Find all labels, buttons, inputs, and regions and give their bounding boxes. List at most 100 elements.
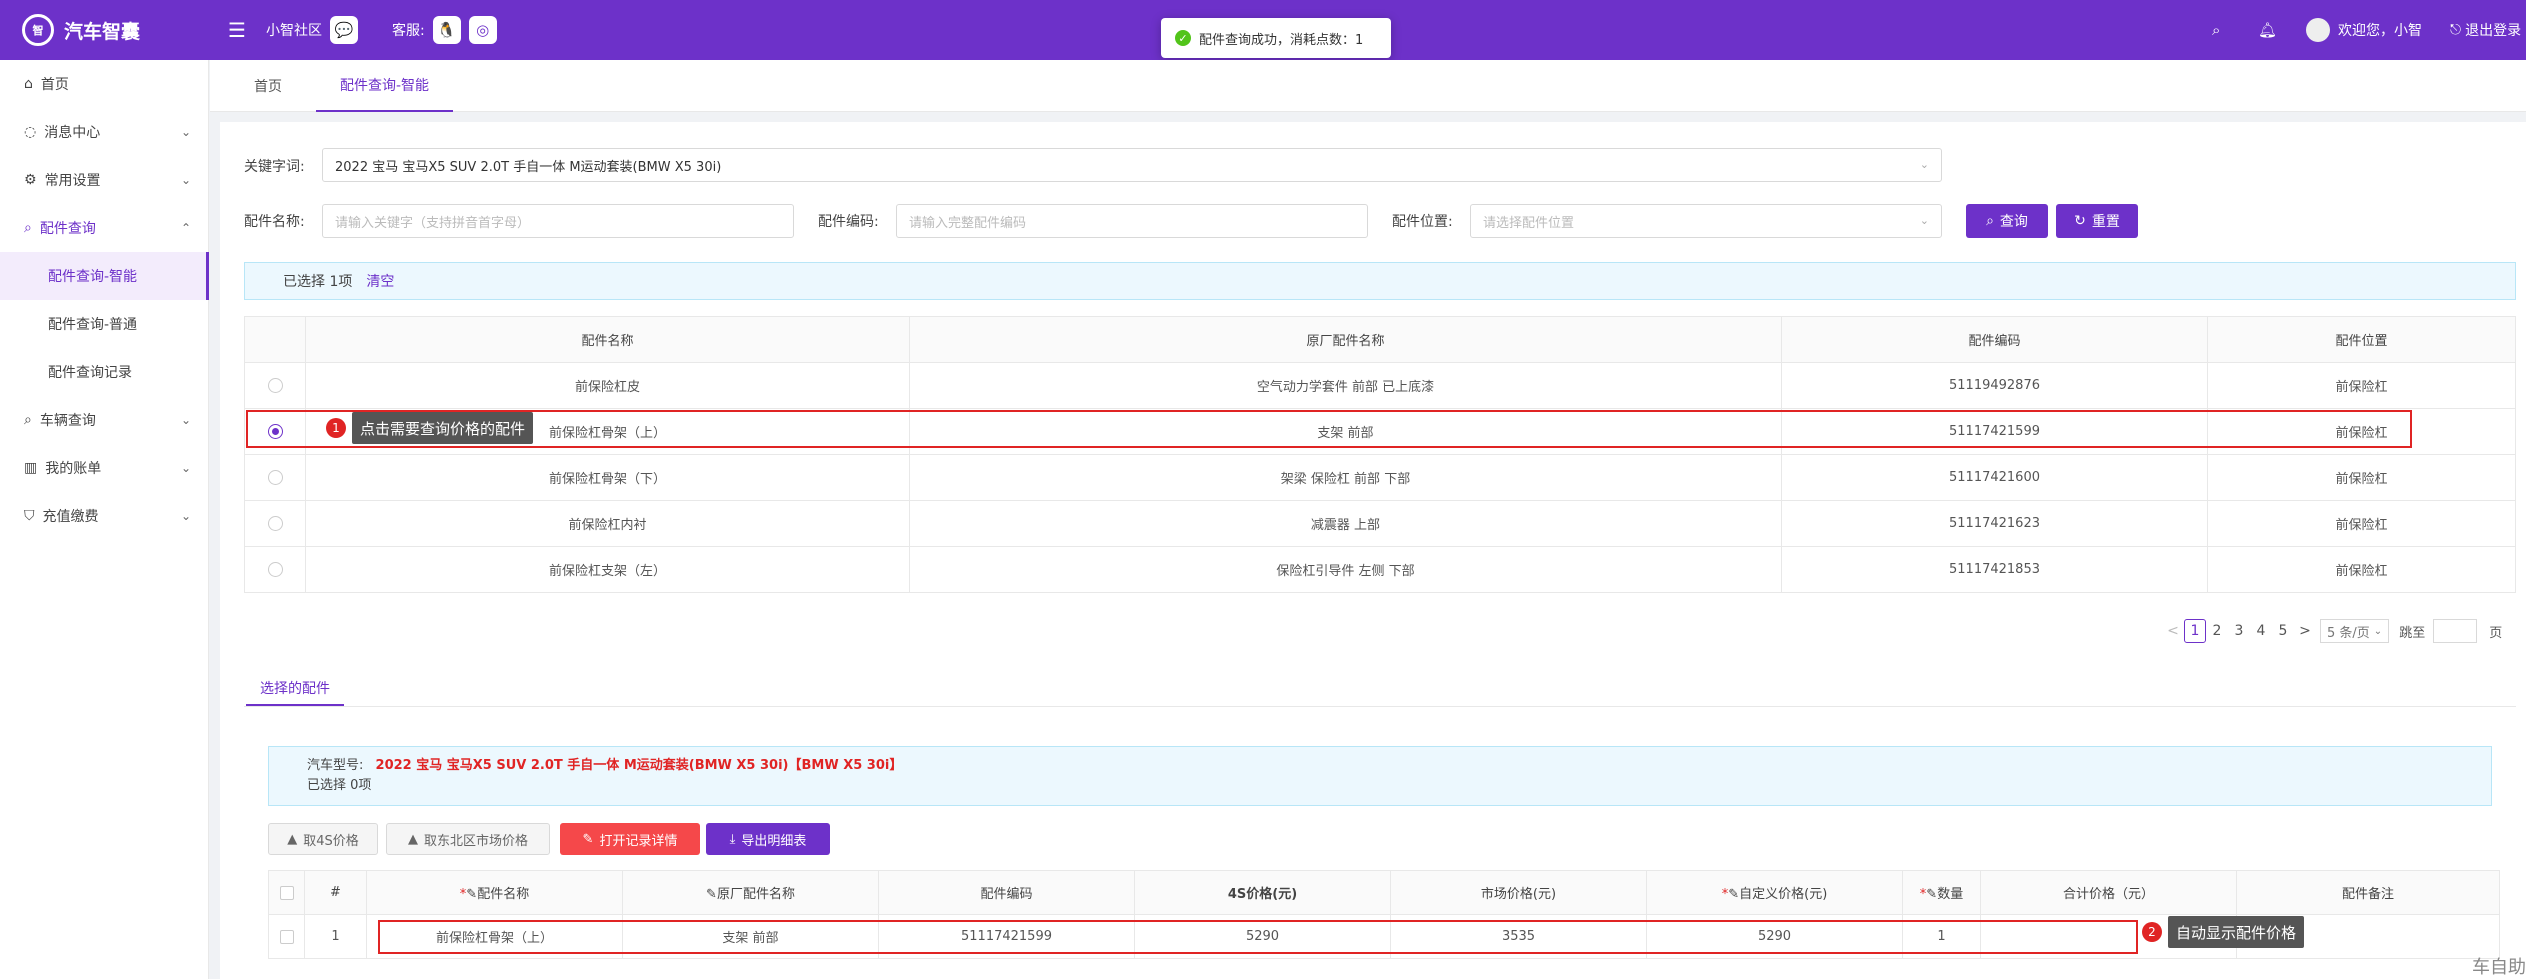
row-radio-cell[interactable] [244, 362, 306, 409]
sidebar-item-label: 消息中心 [44, 125, 101, 141]
part-code-input[interactable]: 请输入完整配件编码 [896, 204, 1368, 238]
sidebar-item-settings[interactable]: ⚙ 常用设置 ⌄ [0, 156, 209, 204]
goto-page-input[interactable] [2433, 619, 2478, 643]
car-model-line: 汽车型号: 2022 宝马 宝马X5 SUV 2.0T 手自一体 M运动套装(B… [307, 756, 2453, 776]
table-row[interactable]: 前保险杠骨架（上） 支架 前部 51117421599 前保险杠 [244, 408, 2516, 455]
select-all-checkbox[interactable] [279, 885, 294, 900]
chevron-down-icon: ⌄ [1919, 158, 1929, 171]
refresh-icon: ↻ [2074, 213, 2086, 229]
query-label: 查询 [1999, 214, 2028, 230]
chevron-down-icon: ⌄ [1919, 214, 1929, 227]
qq-icon[interactable]: 🐧 [432, 16, 461, 44]
sidebar-item-label: 首页 [40, 77, 69, 93]
get-4s-price-button[interactable]: ▲ 取4S价格 [268, 823, 378, 855]
sidebar-item-label: 常用设置 [44, 173, 101, 189]
cell-part-name: 前保险杠皮 [305, 362, 910, 409]
clear-link[interactable]: 清空 [366, 271, 394, 291]
toast-message: 配件查询成功，消耗点数：1 [1199, 32, 1364, 48]
cell-part-code: 51117421600 [1781, 454, 2208, 501]
tab-selected-parts[interactable]: 选择的配件 [246, 672, 344, 706]
logo-icon: 智 [22, 14, 54, 46]
search-icon: ⌕ [24, 220, 32, 236]
col-header-quantity: *✎数量 [1902, 870, 1981, 915]
bell-icon[interactable]: 🔔︎ [2258, 0, 2277, 60]
select-all-cell[interactable] [268, 870, 305, 915]
cell-part-position: 前保险杠 [2207, 500, 2516, 547]
cell-part-name: 前保险杠内衬 [305, 500, 910, 547]
row-checkbox-cell[interactable] [268, 914, 305, 959]
row-radio-cell[interactable] [244, 454, 306, 501]
radio-col-header [244, 316, 306, 363]
prev-page-button[interactable]: < [2162, 619, 2184, 643]
cell-part-name: 前保险杠骨架（下） [305, 454, 910, 501]
cell-part-name[interactable]: 前保险杠骨架（上） [366, 914, 623, 959]
row-radio[interactable] [267, 378, 283, 393]
table-row[interactable]: 前保险杠皮 空气动力学套件 前部 已上底漆 51119492876 前保险杠 [244, 362, 2516, 409]
reset-button[interactable]: ↻ 重置 [2056, 204, 2138, 238]
sidebar-item-parts-query[interactable]: ⌕ 配件查询 ⌃ [0, 204, 209, 252]
page-2[interactable]: 2 [2206, 619, 2228, 643]
chevron-down-icon: ⌄ [180, 461, 191, 475]
sidebar-item-vehicle-query[interactable]: ⌕ 车辆查询 ⌄ [0, 396, 209, 444]
shield-icon: ⛉ [24, 508, 35, 524]
page-3[interactable]: 3 [2228, 619, 2250, 643]
get-market-price-button[interactable]: ▲ 取东北区市场价格 [386, 823, 550, 855]
sidebar-item-home[interactable]: ⌂ 首页 [0, 60, 209, 108]
export-button[interactable]: ⤓ 导出明细表 [706, 823, 830, 855]
customer-service: 客服: 🐧 ◎ [392, 0, 497, 60]
sidebar-item-messages[interactable]: ◌ 消息中心 ⌄ [0, 108, 209, 156]
row-radio-selected[interactable] [267, 424, 283, 439]
table-row[interactable]: 前保险杠骨架（下） 架梁 保险杠 前部 下部 51117421600 前保险杠 [244, 454, 2516, 501]
sidebar-item-recharge[interactable]: ⛉ 充值缴费 ⌄ [0, 492, 209, 540]
wechat-icon[interactable]: ◎ [468, 16, 497, 44]
menu-toggle-icon[interactable]: ☰ [228, 0, 246, 60]
cell-quantity[interactable]: 1 [1902, 914, 1981, 959]
sidebar-item-bills[interactable]: ▥ 我的账单 ⌄ [0, 444, 209, 492]
selected-count: 已选择 1项 [283, 274, 353, 290]
part-position-label: 配件位置: [1392, 214, 1453, 230]
tab-parts-smart[interactable]: 配件查询-智能 [316, 60, 454, 112]
logout-button[interactable]: ⎋ 退出登录 [2450, 0, 2521, 60]
search-icon[interactable]: ⌕ [2212, 0, 2220, 60]
cell-market-price[interactable]: 3535 [1390, 914, 1647, 959]
cell-part-code: 51117421623 [1781, 500, 2208, 547]
edit-icon: ✎ [706, 887, 717, 902]
page-4[interactable]: 4 [2250, 619, 2272, 643]
row-radio[interactable] [267, 562, 283, 577]
cell-part-position: 前保险杠 [2207, 546, 2516, 593]
cell-custom-price[interactable]: 5290 [1646, 914, 1903, 959]
row-radio-cell[interactable] [244, 546, 306, 593]
open-record-button[interactable]: ✎ 打开记录详情 [560, 823, 700, 855]
sidebar-item-parts-history[interactable]: 配件查询记录 [0, 348, 209, 396]
user-menu[interactable]: 欢迎您，小智 [2306, 0, 2422, 60]
next-page-button[interactable]: > [2294, 619, 2316, 643]
part-position-select[interactable]: 请选择配件位置 ⌄ [1470, 204, 1942, 238]
row-radio-cell[interactable] [244, 500, 306, 547]
query-button[interactable]: ⌕ 查询 [1966, 204, 2048, 238]
sidebar-item-parts-smart[interactable]: 配件查询-智能 [0, 252, 209, 300]
app-logo[interactable]: 智 汽车智囊 [22, 14, 140, 46]
cell-4s-price[interactable]: 5290 [1134, 914, 1391, 959]
keyword-select[interactable]: 2022 宝马 宝马X5 SUV 2.0T 手自一体 M运动套装(BMW X5 … [322, 148, 1942, 182]
table-row[interactable]: 前保险杠支架（左） 保险杠引导件 左侧 下部 51117421853 前保险杠 [244, 546, 2516, 593]
col-header-note: 配件备注 [2236, 870, 2500, 915]
page-size-select[interactable]: 5 条/页 ⌄ [2320, 619, 2390, 643]
welcome-text: 欢迎您，小智 [2338, 23, 2422, 39]
row-checkbox[interactable] [279, 929, 294, 944]
row-radio-cell[interactable] [244, 408, 306, 455]
row-radio[interactable] [267, 516, 283, 531]
cell-part-code: 51119492876 [1781, 362, 2208, 409]
page-1[interactable]: 1 [2184, 619, 2206, 643]
cell-oem-name[interactable]: 支架 前部 [622, 914, 879, 959]
sidebar-item-label: 配件查询-普通 [48, 317, 138, 333]
get-4s-price-label: 取4S价格 [303, 833, 359, 849]
row-radio[interactable] [267, 470, 283, 485]
tab-home[interactable]: 首页 [254, 60, 282, 112]
part-name-input[interactable]: 请输入关键字（支持拼音首字母） [322, 204, 794, 238]
col-header-oem-name: 原厂配件名称 [909, 316, 1782, 363]
table-row[interactable]: 前保险杠内衬 减震器 上部 51117421623 前保险杠 [244, 500, 2516, 547]
community-link[interactable]: 小智社区 💬 [266, 0, 358, 60]
callout-1-text: 点击需要查询价格的配件 [352, 412, 534, 444]
sidebar-item-parts-normal[interactable]: 配件查询-普通 [0, 300, 209, 348]
page-5[interactable]: 5 [2272, 619, 2294, 643]
